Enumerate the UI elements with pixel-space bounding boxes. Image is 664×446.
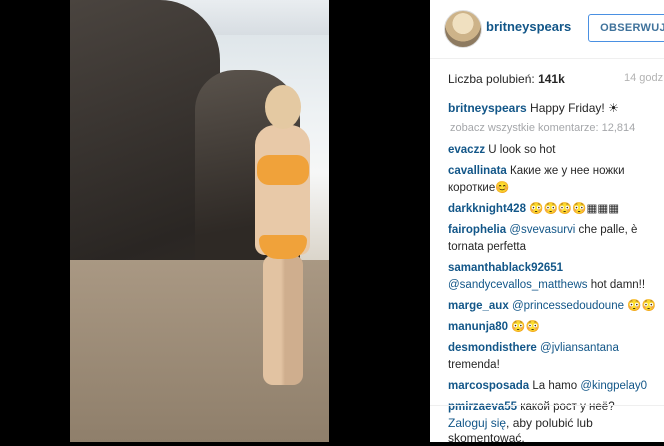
comment-username[interactable]: marge_aux — [448, 300, 509, 312]
comment-text: 😳😳😳😳▦▦▦ — [529, 203, 620, 215]
comment-mention[interactable]: @princessedoudoune — [512, 300, 624, 312]
comment-mention[interactable]: @jvliansantana — [540, 342, 619, 354]
comment-item: cavallinata Какие же у нее ножки коротки… — [448, 163, 660, 197]
header-username[interactable]: britneyspears — [486, 19, 571, 34]
comment-username[interactable]: samanthablack92651 — [448, 262, 563, 274]
comment-item: evaczz U look so hot — [448, 142, 660, 159]
caption-text: Happy Friday! ☀ — [530, 101, 619, 115]
comment-username[interactable]: cavallinata — [448, 165, 507, 177]
comment-list: evaczz U look so hot cavallinata Какие ж… — [448, 142, 660, 420]
comment-item: manunja80 😳😳 — [448, 319, 660, 336]
login-link[interactable]: Zaloguj się — [448, 416, 506, 430]
comment-text: U look so hot — [488, 144, 556, 156]
comment-username[interactable]: fairophelia — [448, 224, 506, 236]
likes-label: Liczba polubień: — [448, 72, 535, 86]
comment-item: marcosposada La hamo @kingpelay0 — [448, 378, 660, 395]
post-media[interactable] — [0, 0, 430, 442]
comment-mention[interactable]: @sandycevallos_matthews — [448, 279, 588, 291]
comment-username[interactable]: manunja80 — [448, 321, 508, 333]
comment-username[interactable]: evaczz — [448, 144, 485, 156]
caption: britneyspears Happy Friday! ☀ — [448, 100, 658, 116]
comment-mention[interactable]: @kingpelay0 — [580, 380, 647, 392]
comment-username[interactable]: darkknight428 — [448, 203, 526, 215]
follow-button[interactable]: OBSERWUJ — [588, 14, 664, 42]
post-time[interactable]: 14 godz — [624, 72, 663, 84]
post-side-panel: britneyspears OBSERWUJ Liczba polubień: … — [430, 0, 664, 445]
load-more-comments[interactable]: zobacz wszystkie komentarze: 12,814 — [450, 122, 635, 134]
comment-item: fairophelia @svevasurvi che palle, è tor… — [448, 222, 660, 256]
likes-value: 141k — [538, 72, 565, 86]
comment-item: marge_aux @princessedoudoune 😳😳 — [448, 298, 660, 315]
avatar[interactable] — [444, 10, 482, 48]
person-legs — [263, 255, 303, 385]
comment-mention[interactable]: @svevasurvi — [509, 224, 575, 236]
comment-username[interactable]: desmondisthere — [448, 342, 537, 354]
person-figure — [245, 85, 320, 385]
comment-username[interactable]: marcosposada — [448, 380, 529, 392]
comment-text: 😳😳 — [624, 300, 656, 312]
comment-text: 😳😳 — [511, 321, 540, 333]
comment-text: tremenda! — [448, 359, 500, 371]
post-header: britneyspears OBSERWUJ — [430, 0, 664, 59]
comment-item: desmondisthere @jvliansantana tremenda! — [448, 340, 660, 374]
comment-text: La hamo — [532, 380, 581, 392]
caption-username[interactable]: britneyspears — [448, 101, 527, 115]
comment-text: hot damn!! — [587, 279, 646, 291]
bikini-top — [257, 155, 309, 185]
comment-item: samanthablack92651 @sandycevallos_matthe… — [448, 260, 660, 294]
bikini-bottom — [259, 235, 307, 259]
person-head — [265, 85, 301, 129]
post-footer: Zaloguj się, aby polubić lub skomentować… — [430, 405, 664, 445]
likes-count: Liczba polubień: 141k — [448, 72, 565, 86]
comment-item: darkknight428 😳😳😳😳▦▦▦ — [448, 201, 660, 218]
video-frame[interactable] — [70, 0, 329, 442]
